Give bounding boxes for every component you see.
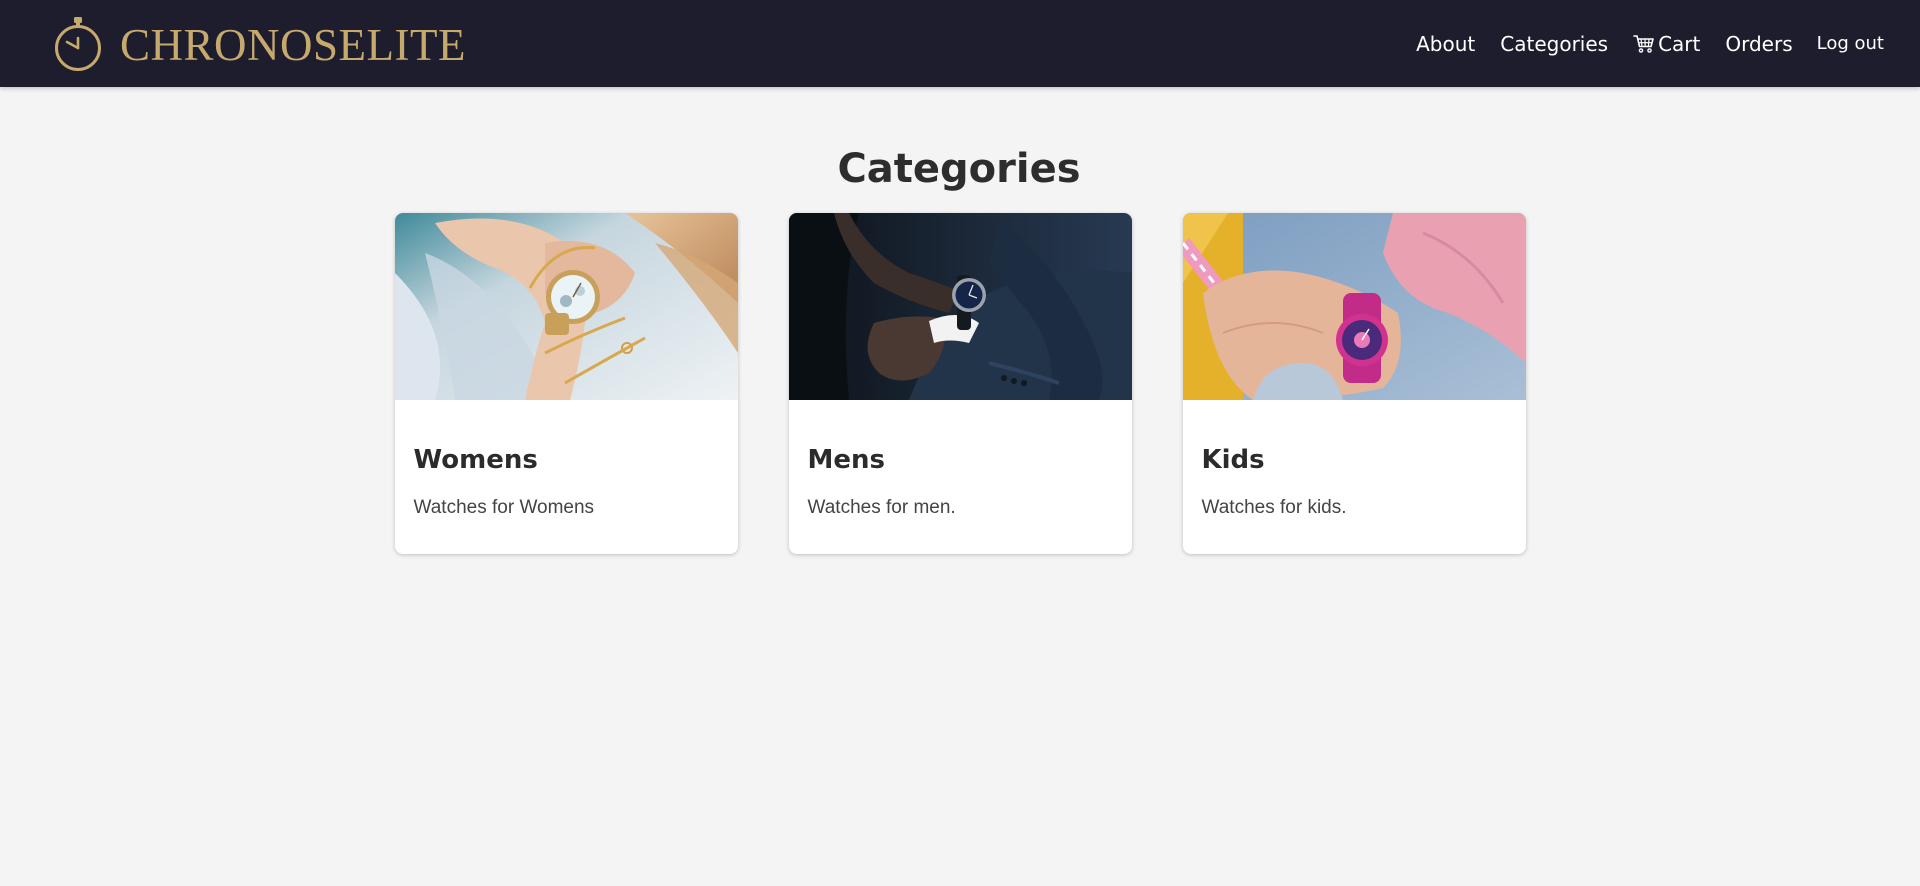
page-title: Categories (837, 146, 1081, 192)
category-card-kids[interactable]: Kids Watches for kids. (1182, 213, 1526, 554)
card-title: Womens (413, 445, 538, 475)
brand-name: CHRONOSELITE (120, 20, 466, 70)
categories-page: Categories Womens Watches for Womens Men… (0, 87, 1920, 554)
nav-cart-label: Cart (1658, 31, 1701, 56)
nav-about-link[interactable]: About (1416, 32, 1475, 56)
top-navbar: CHRONOSELITE About Categories Cart Order… (0, 0, 1920, 87)
kids-watch-photo (1182, 213, 1526, 400)
mens-watch-photo (788, 213, 1132, 400)
card-title: Kids (1201, 445, 1265, 475)
card-description: Watches for Womens (413, 497, 595, 518)
category-card-womens[interactable]: Womens Watches for Womens (394, 213, 738, 554)
nav-categories-link[interactable]: Categories (1500, 32, 1608, 56)
nav-cart-link[interactable]: Cart (1633, 32, 1700, 56)
main-nav: About Categories Cart Orders Log out (1416, 32, 1884, 56)
card-description: Watches for kids. (1201, 497, 1347, 518)
card-description: Watches for men. (807, 497, 956, 518)
nav-orders-link[interactable]: Orders (1725, 32, 1792, 56)
womens-watch-photo (394, 213, 738, 400)
card-body: Kids Watches for kids. (1183, 400, 1526, 517)
card-body: Mens Watches for men. (789, 400, 1132, 517)
category-card-mens[interactable]: Mens Watches for men. (788, 213, 1132, 554)
category-card-list: Womens Watches for Womens Mens Watches f… (394, 213, 1526, 554)
logout-button[interactable]: Log out (1817, 33, 1884, 54)
stopwatch-icon (55, 16, 101, 71)
card-title: Mens (807, 445, 886, 475)
card-body: Womens Watches for Womens (395, 400, 738, 517)
brand-logo-link[interactable]: CHRONOSELITE (53, 16, 466, 72)
cart-icon (1633, 34, 1654, 53)
